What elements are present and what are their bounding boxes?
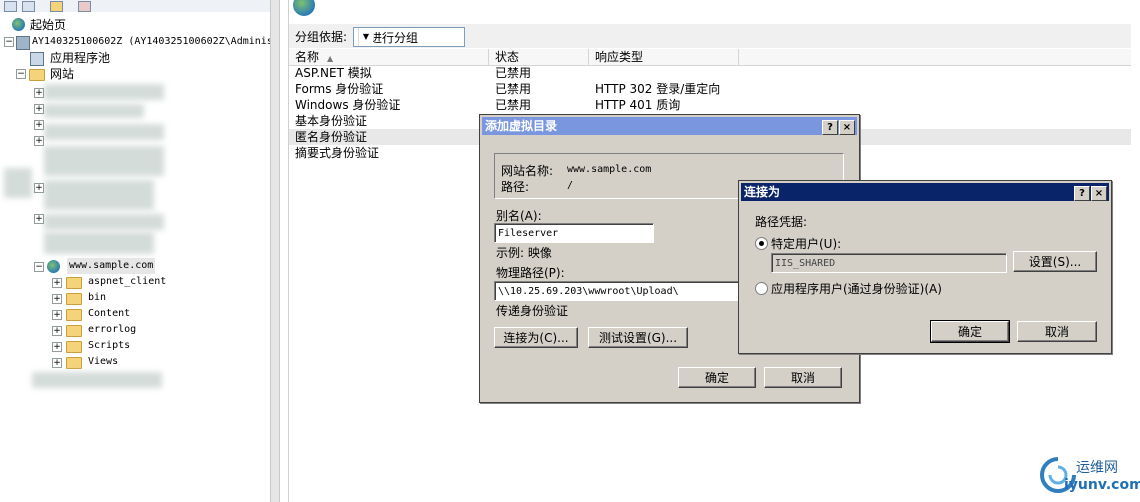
site-watermark: 运维网 iyunv.com — [1038, 455, 1140, 499]
collapse-icon[interactable]: − — [4, 37, 14, 47]
pane-splitter[interactable] — [270, 0, 280, 502]
dialog-title-bar: 添加虚拟目录 ? × — [482, 117, 857, 135]
cancel-button[interactable]: 取消 — [764, 367, 842, 388]
expand-icon[interactable]: + — [52, 294, 62, 304]
obscured-site — [32, 372, 162, 388]
expand-icon[interactable]: + — [34, 214, 44, 224]
expand-icon[interactable]: + — [52, 278, 62, 288]
folder-icon — [66, 309, 82, 321]
header-strip — [289, 0, 1131, 22]
auth-status: 已禁用 — [495, 66, 532, 80]
folder-icon — [66, 341, 82, 353]
expand-icon[interactable]: + — [52, 342, 62, 352]
sites-folder-icon — [29, 69, 45, 81]
expand-icon[interactable]: + — [52, 358, 62, 368]
column-header-response[interactable]: 响应类型 — [589, 49, 739, 65]
sort-asc-icon: ▲ — [327, 54, 334, 63]
site-globe-icon — [47, 260, 60, 273]
app-pool-icon — [30, 52, 44, 66]
folder-icon — [66, 293, 82, 305]
folder-icon — [66, 357, 82, 369]
auth-list-row[interactable]: Forms 身份验证 已禁用 HTTP 302 登录/重定向 — [289, 81, 1131, 97]
column-header-name[interactable]: 名称 ▲ — [289, 49, 489, 65]
auth-name: 基本身份验证 — [295, 114, 368, 128]
folder-icon[interactable] — [50, 1, 63, 12]
obscured-site — [44, 232, 154, 254]
expand-icon[interactable]: + — [52, 310, 62, 320]
physical-path-input[interactable]: \\10.25.69.203\wwwroot\Upload\ — [494, 281, 744, 301]
obscured-site — [44, 124, 164, 140]
obscured-site — [44, 180, 154, 210]
chevron-down-icon[interactable]: ▼ — [358, 28, 373, 46]
auth-list-row[interactable]: ASP.NET 模拟 已禁用 — [289, 65, 1131, 81]
auth-response: HTTP 302 登录/重定向 — [595, 82, 721, 96]
alias-input[interactable]: Fileserver — [494, 223, 654, 243]
expand-icon[interactable]: + — [34, 120, 44, 130]
expand-icon[interactable]: + — [52, 326, 62, 336]
list-header: 名称 ▲ 状态 响应类型 — [289, 49, 1131, 66]
expand-icon[interactable]: + — [34, 136, 44, 146]
group-by-select[interactable]: 不进行分组 ▼ — [353, 27, 465, 47]
connect-as-dialog: 连接为 ? × 路径凭据: 特定用户(U): IIS_SHARED 设置(S).… — [738, 180, 1112, 354]
obscured-site — [44, 84, 164, 100]
ok-button[interactable]: 确定 — [930, 320, 1010, 343]
settings-button[interactable]: 设置(S)... — [1013, 251, 1097, 272]
specific-user-radio[interactable] — [755, 237, 768, 250]
group-bar: 分组依据: 不进行分组 ▼ — [289, 24, 1131, 48]
help-icon[interactable]: ? — [1074, 186, 1090, 201]
auth-name: Windows 身份验证 — [295, 98, 401, 112]
auth-name: 摘要式身份验证 — [295, 146, 380, 160]
ok-button[interactable]: 确定 — [678, 367, 756, 388]
connect-as-button[interactable]: 连接为(C)... — [494, 327, 578, 348]
dialog-title-bar: 连接为 ? × — [741, 183, 1109, 201]
auth-status: 已禁用 — [495, 82, 532, 96]
close-icon[interactable]: × — [1091, 186, 1107, 201]
application-user-radio[interactable] — [755, 282, 768, 295]
save-icon[interactable] — [22, 1, 35, 12]
back-icon[interactable] — [4, 1, 17, 12]
cancel-button[interactable]: 取消 — [1017, 321, 1097, 342]
test-settings-button[interactable]: 测试设置(G)... — [588, 327, 688, 348]
close-icon[interactable]: × — [839, 120, 855, 135]
collapse-icon[interactable]: − — [34, 262, 44, 272]
user-name-field: IIS_SHARED — [771, 253, 1007, 273]
tree-toolbar — [0, 0, 270, 12]
obscured-site — [44, 146, 164, 176]
expand-icon[interactable]: + — [34, 183, 44, 193]
expand-icon[interactable]: + — [34, 104, 44, 114]
collapse-icon[interactable]: − — [16, 69, 26, 79]
auth-name: 匿名身份验证 — [295, 130, 368, 144]
start-page-icon — [12, 18, 25, 31]
column-header-status[interactable]: 状态 — [489, 49, 589, 65]
delete-icon[interactable] — [78, 1, 91, 12]
navigation-tree: 起始页 − AY140325100602Z (AY140325100602Z\A… — [0, 0, 270, 502]
folder-icon — [66, 277, 82, 289]
auth-response: HTTP 401 质询 — [595, 98, 681, 112]
server-icon — [16, 36, 30, 50]
obscured-site — [44, 104, 144, 118]
auth-list-row[interactable]: Windows 身份验证 已禁用 HTTP 401 质询 — [289, 97, 1131, 113]
obscured-site — [44, 214, 164, 230]
obscured-site — [4, 168, 32, 198]
auth-status: 已禁用 — [495, 98, 532, 112]
iis-globe-icon — [293, 0, 315, 16]
auth-name: Forms 身份验证 — [295, 82, 384, 96]
folder-icon — [66, 325, 82, 337]
help-icon[interactable]: ? — [822, 120, 838, 135]
expand-icon[interactable]: + — [34, 88, 44, 98]
auth-name: ASP.NET 模拟 — [295, 66, 372, 80]
